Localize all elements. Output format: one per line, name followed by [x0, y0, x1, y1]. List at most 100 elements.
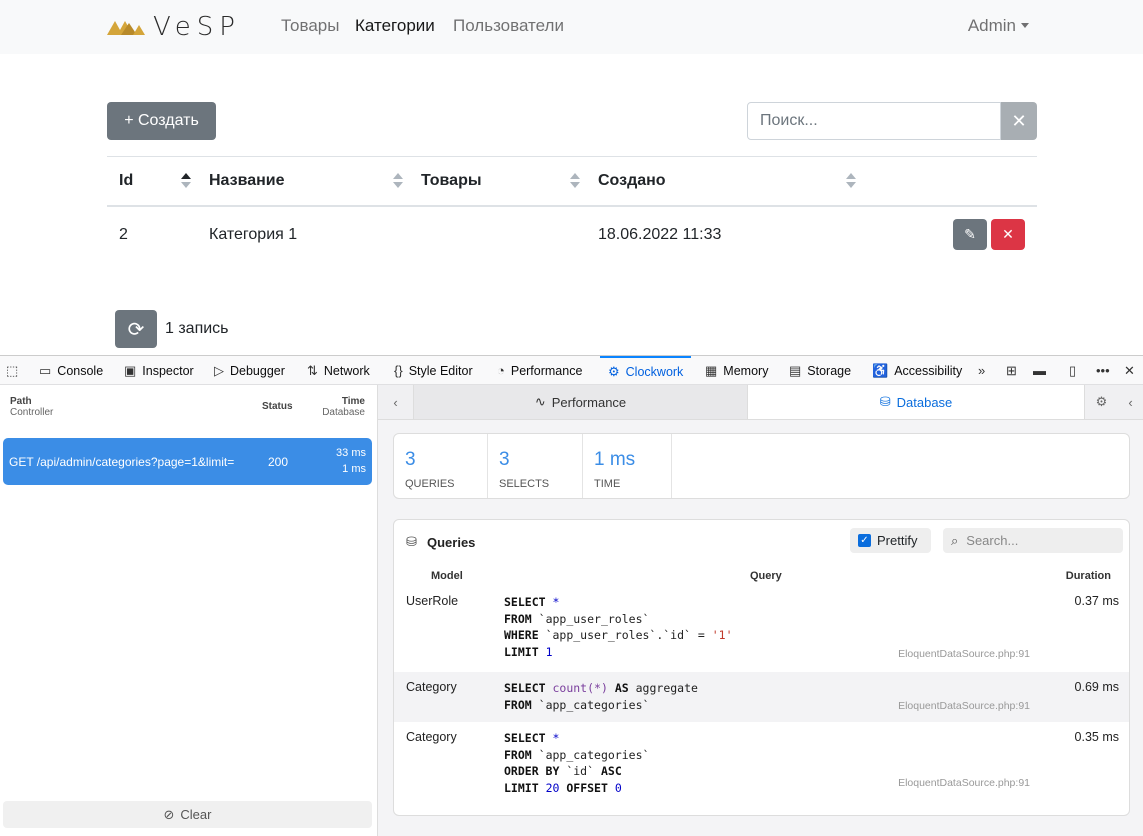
prettify-toggle[interactable]: ✓ Prettify — [850, 528, 931, 553]
queries-search-input[interactable]: ⌕ Search... — [943, 528, 1123, 553]
tab-label: Console — [57, 363, 104, 378]
column-header-products[interactable]: Товары — [421, 172, 482, 190]
ruler-button[interactable]: ▬ — [1033, 356, 1052, 385]
header-path: Path Controller — [10, 396, 54, 418]
column-duration: Duration — [1065, 570, 1111, 582]
user-menu[interactable]: Admin — [968, 16, 1029, 36]
query-row[interactable]: Category SELECT count(*) AS aggregate FR… — [394, 672, 1129, 722]
dock-button[interactable]: ▯ — [1069, 356, 1082, 385]
refresh-button[interactable]: ⟳ — [115, 310, 157, 348]
tab-label: Performance — [510, 363, 583, 378]
memory-icon: ▦ — [705, 362, 718, 378]
tab-inspector[interactable]: ▣ Inspector — [124, 356, 194, 385]
delete-button[interactable]: ✕ — [991, 219, 1025, 250]
column-query: Query — [750, 570, 782, 582]
tab-cw-performance[interactable]: ∿ Performance — [414, 385, 748, 419]
menu-button[interactable]: ••• — [1096, 356, 1116, 385]
more-tabs-button[interactable]: » — [978, 356, 991, 385]
queries-title: Queries — [427, 535, 476, 550]
tab-network[interactable]: ⇅ Network — [307, 356, 370, 385]
tab-accessibility[interactable]: ♿ Accessibility — [872, 356, 962, 385]
devtools-panel: ⬚ ▭ Console ▣ Inspector ▷ Debugger ⇅ Network… — [0, 355, 1143, 836]
edit-button[interactable]: ✎ — [953, 219, 987, 250]
activity-icon: ∿ — [534, 394, 546, 409]
search-icon: ⌕ — [951, 532, 959, 548]
close-icon: ✕ — [1124, 362, 1135, 378]
query-model: Category — [406, 680, 457, 694]
requests-sidebar: Path Controller Status Time Database GET /… — [0, 385, 378, 836]
collapse-right-button[interactable]: ‹ — [1118, 385, 1143, 419]
prettify-label: Prettify — [877, 533, 918, 548]
table-top-border — [107, 156, 1037, 157]
query-source[interactable]: EloquentDataSource.php:91 — [898, 777, 1030, 789]
query-duration: 0.35 ms — [1074, 730, 1119, 744]
query-sql: SELECT * FROM `app_user_roles` WHERE `ap… — [504, 595, 733, 660]
tab-label: Network — [323, 363, 370, 378]
tab-label: Clockwork — [625, 364, 684, 379]
stat-label: QUERIES — [405, 478, 455, 490]
clockwork-tabbar: ‹ ∿ Performance ⛁ Database ⚙ ‹ — [378, 385, 1143, 420]
column-header-created[interactable]: Создано — [598, 172, 666, 190]
stat-time: 1 ms TIME — [583, 434, 672, 498]
tab-console[interactable]: ▭ Console — [39, 356, 103, 385]
sort-products-icon[interactable] — [570, 173, 580, 189]
query-row[interactable]: Category SELECT * FROM `app_categories` … — [394, 722, 1129, 812]
stat-label: TIME — [594, 478, 621, 490]
tab-storage[interactable]: ▤ Storage — [789, 356, 851, 385]
gear-icon: ⚙ — [1095, 394, 1108, 409]
sort-id-icon[interactable] — [181, 173, 191, 189]
query-source[interactable]: EloquentDataSource.php:91 — [898, 700, 1030, 712]
collapse-left-button[interactable]: ‹ — [378, 385, 414, 419]
tab-debugger[interactable]: ▷ Debugger — [214, 356, 285, 385]
user-name: Admin — [967, 16, 1016, 35]
column-header-name[interactable]: Название — [209, 172, 285, 190]
console-icon: ▭ — [39, 362, 52, 378]
tab-style-editor[interactable]: {} Style Editor — [394, 356, 473, 385]
tab-clockwork[interactable]: ⚙ Clockwork — [600, 356, 692, 385]
clear-search-button[interactable]: ✕ — [1001, 102, 1037, 140]
nav-link-products[interactable]: Товары — [281, 16, 339, 36]
chevrons-right-icon: » — [978, 363, 986, 378]
stat-selects: 3 SELECTS — [488, 434, 583, 498]
stat-value: 1 ms — [594, 449, 636, 470]
nav-link-users[interactable]: Пользователи — [453, 16, 564, 36]
query-source[interactable]: EloquentDataSource.php:91 — [898, 648, 1030, 660]
inspector-icon: ▣ — [124, 362, 137, 378]
tab-label: Style Editor — [408, 363, 473, 378]
devtools-tabbar: ⬚ ▭ Console ▣ Inspector ▷ Debugger ⇅ Network… — [0, 356, 1143, 385]
settings-button[interactable]: ⚙ — [1084, 385, 1118, 419]
braces-icon: {} — [394, 363, 403, 378]
column-header-id[interactable]: Id — [119, 172, 133, 190]
chevron-left-icon: ‹ — [393, 394, 398, 410]
tab-memory[interactable]: ▦ Memory — [705, 356, 768, 385]
query-model: Category — [406, 730, 457, 744]
nav-link-categories[interactable]: Категории — [355, 16, 435, 36]
sort-name-icon[interactable] — [393, 173, 403, 189]
element-picker[interactable]: ⬚ — [6, 356, 24, 385]
search-input[interactable]: Поиск... — [747, 102, 1001, 140]
storage-icon: ▤ — [789, 362, 802, 378]
query-row[interactable]: UserRole SELECT * FROM `app_user_roles` … — [394, 586, 1129, 672]
pointer-icon: ⬚ — [6, 362, 19, 378]
column-model: Model — [431, 570, 463, 582]
tab-label: Inspector — [142, 363, 194, 378]
stat-value: 3 — [405, 449, 416, 470]
query-model: UserRole — [406, 594, 459, 608]
brand-logo[interactable]: VeSP — [107, 12, 241, 42]
responsive-button[interactable]: ⊞ — [1006, 356, 1023, 385]
network-icon: ⇅ — [307, 362, 318, 378]
close-devtools-button[interactable]: ✕ — [1124, 356, 1141, 385]
chevron-left-icon: ‹ — [1128, 394, 1133, 410]
tab-performance[interactable]: ◔ Performance — [497, 356, 582, 385]
edit-icon: ✎ — [964, 226, 976, 242]
clear-button[interactable]: ⊘ Clear — [3, 801, 372, 828]
more-icon: ••• — [1096, 363, 1110, 378]
request-row[interactable]: GET /api/admin/categories?page=1&limit= … — [3, 438, 372, 485]
tab-cw-database[interactable]: ⛁ Database — [748, 385, 1084, 419]
clear-label: Clear — [180, 807, 212, 822]
clockwork-detail: ‹ ∿ Performance ⛁ Database ⚙ ‹ 3 QUERIES 3 S… — [378, 385, 1143, 836]
stats-card: 3 QUERIES 3 SELECTS 1 ms TIME — [393, 433, 1130, 499]
create-button[interactable]: + Создать — [107, 102, 216, 140]
close-icon: ✕ — [1002, 226, 1014, 242]
sort-created-icon[interactable] — [846, 173, 856, 189]
